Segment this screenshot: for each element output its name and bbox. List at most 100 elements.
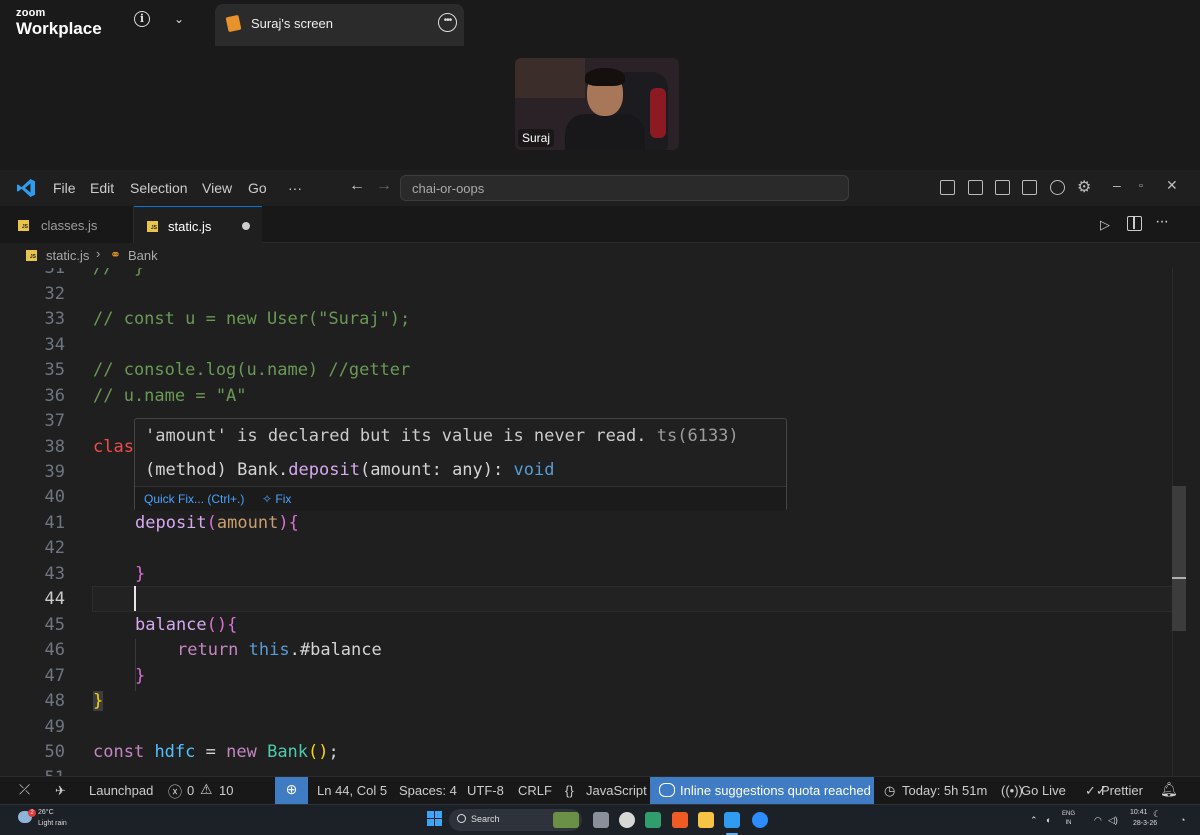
taskbar-search[interactable]: Search [449,809,582,831]
windows-start-icon[interactable] [427,811,443,827]
line-number: 40 [44,487,65,507]
tab-label: classes.js [41,218,98,233]
copilot-icon [659,783,675,797]
wifi-icon[interactable]: ◠ [1094,815,1102,826]
fix-link[interactable]: ✧ Fix [262,492,291,506]
line-number: 41 [44,513,65,533]
tray-chevron-up-icon[interactable]: ⌃ [1030,815,1038,826]
video-background [515,58,585,98]
encoding[interactable]: UTF-8 [467,783,504,798]
participant-video-tile[interactable]: Suraj [515,58,679,150]
search-icon [457,814,466,823]
menu-more[interactable]: ··· [288,180,302,196]
hover-actions: Quick Fix... (Ctrl+.) ✧ Fix [135,486,786,511]
split-editor-icon[interactable] [1127,216,1142,231]
js-file-icon: JS [18,220,29,231]
share-title: Suraj's screen [251,16,333,31]
forward-arrow-icon[interactable]: → [376,177,392,195]
menu-selection[interactable]: Selection [130,180,188,196]
cursor-position[interactable]: Ln 44, Col 5 [317,783,387,798]
vscode-taskbar-icon[interactable] [724,812,740,828]
restore-icon[interactable]: ▫ [1139,180,1143,192]
toggle-secondary-sidebar-icon[interactable] [1022,180,1037,195]
account-icon[interactable] [1050,180,1065,195]
chevron-down-icon[interactable]: ⌄ [174,12,184,26]
tab-static-js[interactable]: JS static.js [134,206,262,243]
code-line-33: // const u = new User("Suraj"); [93,309,411,329]
brave-icon[interactable] [672,812,688,828]
prettier-button[interactable]: Prettier [1101,783,1143,798]
line-number: 45 [44,615,65,635]
warning-icon: ⚠ [200,781,213,797]
run-icon[interactable]: ▷ [1100,217,1110,233]
menu-go[interactable]: Go [248,180,267,196]
moon-icon: ☾ [1153,809,1162,819]
line-number: 46 [44,640,65,660]
hover-message: 'amount' is declared but its value is ne… [145,426,739,446]
scrollbar-cursor-marker [1172,577,1186,579]
tray-app-icon[interactable]: ◐ [1046,815,1051,825]
text-cursor [134,586,136,611]
volume-icon[interactable]: ◁) [1108,815,1118,826]
code-line-35: // console.log(u.name) //getter [93,360,411,380]
js-file-icon: JS [147,221,158,232]
quick-fix-link[interactable]: Quick Fix... (Ctrl+.) [144,492,244,506]
minimize-icon[interactable]: – [1113,177,1121,193]
line-number: 38 [44,437,65,457]
remote-indicator[interactable]: ⤫ [0,777,44,804]
current-line-highlight [92,586,1182,612]
toggle-primary-sidebar-icon[interactable] [968,180,983,195]
more-options-icon[interactable]: ••• [438,13,457,32]
code-editor[interactable]: 31 32 33 34 35 36 37 38 39 40 41 42 43 4… [0,268,1200,776]
go-live-button[interactable]: Go Live [1021,783,1066,798]
close-icon[interactable]: ✕ [1166,177,1178,194]
zoom-magnifier-icon[interactable]: ⊕ [275,777,308,804]
language-mode[interactable]: JavaScript [586,783,647,798]
notification-bell-icon[interactable]: ◔ [1180,815,1185,825]
hover-signature: (method) Bank.deposit(amount: any): void [145,460,555,480]
line-ending[interactable]: CRLF [518,783,552,798]
warning-count[interactable]: 10 [219,783,233,798]
launchpad-button[interactable]: Launchpad [89,783,153,798]
quota-text: Inline suggestions quota reached [680,783,871,798]
app-icon[interactable] [645,812,661,828]
participant-name: Suraj [518,129,555,147]
breadcrumb-symbol[interactable]: Bank [128,248,158,263]
weather-description[interactable]: Light rain [38,820,67,827]
more-actions-icon[interactable]: ··· [1155,213,1169,231]
chrome-icon[interactable] [619,812,635,828]
customize-layout-icon[interactable] [940,180,955,195]
menu-file[interactable]: File [53,180,76,196]
vertical-scrollbar-thumb[interactable] [1172,486,1186,631]
back-arrow-icon[interactable]: ← [349,177,365,195]
line-number-active: 44 [44,589,65,609]
file-explorer-icon[interactable] [698,812,714,828]
breadcrumb-file[interactable]: static.js [46,248,89,263]
menu-view[interactable]: View [202,180,232,196]
gear-icon[interactable]: ⚙ [1077,177,1091,197]
weather-temperature[interactable]: 26°C [38,809,54,816]
indentation[interactable]: Spaces: 4 [399,783,457,798]
video-person-body [565,114,645,150]
clock-date[interactable]: 28-3-26 [1133,820,1157,827]
task-view-icon[interactable] [593,812,609,828]
screen-share-tab[interactable]: Suraj's screen ••• [215,4,464,46]
error-count[interactable]: 0 [187,783,194,798]
clock-time[interactable]: 10:41 [1130,809,1148,816]
code-line-36: // u.name = "A" [93,386,247,406]
toggle-panel-icon[interactable] [995,180,1010,195]
info-icon[interactable]: i [134,11,150,27]
unsaved-dot-icon[interactable] [242,222,250,230]
tab-classes-js[interactable]: JS classes.js [0,206,134,243]
tab-label: static.js [168,219,212,234]
code-line-50: const hdfc = new Bank(); [93,742,339,762]
zoom-toolbar: zoom Workplace i ⌄ Suraj's screen ••• [0,0,1200,46]
zoom-taskbar-icon[interactable] [752,812,768,828]
copilot-quota-status[interactable]: Inline suggestions quota reached [650,777,874,804]
bell-icon[interactable]: 🔔︎ [1160,781,1178,798]
time-tracker[interactable]: Today: 5h 51m [902,783,987,798]
command-center[interactable]: chai-or-oops ⌄ [400,175,849,201]
code-line-47: } [135,666,146,686]
language-indicator[interactable]: ENG IN [1062,810,1075,828]
menu-edit[interactable]: Edit [90,180,114,196]
